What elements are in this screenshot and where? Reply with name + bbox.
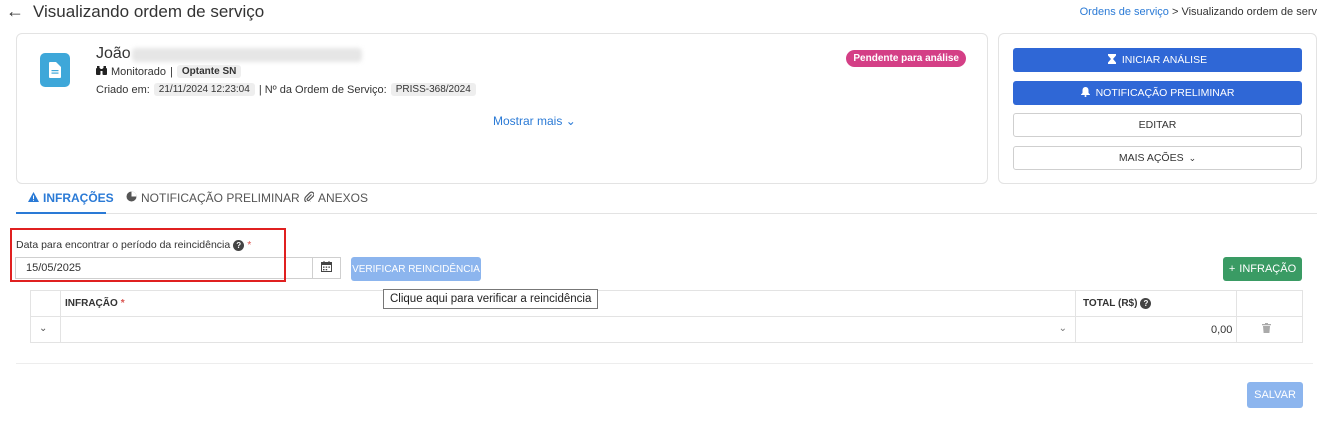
preliminary-notification-label: NOTIFICAÇÃO PRELIMINAR (1095, 87, 1235, 99)
document-icon (40, 53, 70, 87)
column-header-infraction: INFRAÇÃO * (65, 298, 125, 309)
calendar-icon (321, 261, 332, 275)
edit-button[interactable]: EDITAR (1013, 113, 1302, 137)
more-actions-label: MAIS AÇÕES (1118, 152, 1184, 164)
row-expand-chevron-icon[interactable]: ⌄ (39, 323, 47, 334)
plus-icon: + (1228, 263, 1236, 275)
chevron-down-icon: ⌄ (565, 114, 576, 128)
show-more-link[interactable]: Mostrar mais ⌄ (493, 114, 576, 128)
order-number-label: | Nº da Ordem de Serviço: (258, 83, 387, 96)
actions-card: INICIAR ANÁLISE NOTIFICAÇÃO PRELIMINAR E… (998, 33, 1317, 184)
breadcrumb-link-ordens[interactable]: Ordens de serviço (1080, 6, 1169, 18)
back-arrow-icon[interactable]: ← (6, 1, 24, 22)
add-infraction-label: INFRAÇÃO (1239, 263, 1297, 275)
chevron-down-icon: ⌄ (1188, 152, 1197, 163)
order-summary-card: João Monitorado | Optante SN Criado em: … (16, 33, 988, 184)
more-actions-button[interactable]: MAIS AÇÕES ⌄ (1013, 146, 1302, 170)
edit-label: EDITAR (1138, 119, 1177, 131)
breadcrumb-current: Visualizando ordem de serv (1181, 6, 1317, 18)
status-badge: Pendente para análise (846, 50, 966, 67)
created-label: Criado em: (96, 83, 150, 96)
active-tab-indicator (16, 212, 106, 214)
verify-recurrence-button[interactable]: VERIFICAR REINCIDÊNCIA (351, 257, 481, 281)
pie-chart-icon (126, 191, 137, 205)
save-label: SALVAR (1254, 389, 1296, 401)
taxpayer-name: João (96, 45, 131, 62)
infraction-select[interactable]: ⌄ (62, 318, 1075, 342)
help-icon[interactable]: ? (1140, 298, 1152, 309)
infractions-table: INFRAÇÃO * TOTAL (R$) ? ⌄ ⌄ 0,00 (30, 290, 1303, 343)
column-header-total: TOTAL (R$) ? (1083, 298, 1152, 309)
order-number-chip: PRISS-368/2024 (390, 83, 476, 96)
verify-recurrence-label: VERIFICAR REINCIDÊNCIA (352, 263, 480, 275)
tab-infractions-label: INFRAÇÕES (43, 191, 114, 205)
created-date-chip: 21/11/2024 12:23:04 (153, 83, 255, 96)
start-analysis-button[interactable]: INICIAR ANÁLISE (1013, 48, 1302, 72)
calendar-button[interactable] (312, 257, 341, 279)
breadcrumb-separator: > (1171, 6, 1179, 18)
pipe-separator: | (170, 65, 173, 78)
tab-bar: INFRAÇÕES NOTIFICAÇÃO PRELIMINAR ANEXOS (16, 186, 1317, 214)
monitor-label: Monitorado (111, 65, 167, 78)
column-divider (60, 291, 61, 342)
hourglass-icon (1107, 53, 1116, 67)
paperclip-icon (304, 191, 315, 205)
footer-divider (16, 363, 1313, 364)
warning-icon (28, 191, 39, 205)
column-header-total-label: TOTAL (R$) (1083, 298, 1138, 309)
monitor-line: Monitorado | Optante SN (96, 65, 242, 78)
breadcrumb: Ordens de serviço > Visualizando ordem d… (1080, 6, 1317, 18)
chevron-down-icon: ⌄ (1058, 323, 1067, 334)
tab-preliminary-notification-label: NOTIFICAÇÃO PRELIMINAR (141, 191, 300, 205)
show-more-label: Mostrar mais (493, 114, 563, 128)
tab-preliminary-notification[interactable]: NOTIFICAÇÃO PRELIMINAR (126, 191, 300, 205)
tab-attachments-label: ANEXOS (318, 191, 369, 205)
binoculars-icon (96, 65, 107, 78)
column-header-infraction-label: INFRAÇÃO (65, 298, 118, 309)
add-infraction-button[interactable]: + INFRAÇÃO (1223, 257, 1302, 281)
start-analysis-label: INICIAR ANÁLISE (1121, 54, 1208, 66)
highlight-annotation-box (10, 228, 286, 282)
column-divider (1075, 291, 1076, 342)
trash-icon[interactable] (1262, 322, 1271, 336)
redacted-name (132, 48, 362, 62)
bell-icon (1080, 86, 1090, 100)
save-button[interactable]: SALVAR (1247, 382, 1303, 408)
preliminary-notification-button[interactable]: NOTIFICAÇÃO PRELIMINAR (1013, 81, 1302, 105)
tab-infractions[interactable]: INFRAÇÕES (28, 191, 114, 205)
total-value: 0,00 (1211, 324, 1233, 336)
required-asterisk: * (120, 298, 125, 309)
column-divider (1236, 291, 1237, 342)
regime-chip: Optante SN (176, 65, 242, 78)
page-title: Visualizando ordem de serviço (33, 2, 265, 21)
created-line: Criado em: 21/11/2024 12:23:04 | Nº da O… (96, 83, 476, 96)
tab-attachments[interactable]: ANEXOS (304, 191, 368, 205)
page-header: ← Visualizando ordem de serviço Ordens d… (0, 0, 1317, 26)
verify-tooltip: Clique aqui para verificar a reincidênci… (383, 289, 599, 309)
